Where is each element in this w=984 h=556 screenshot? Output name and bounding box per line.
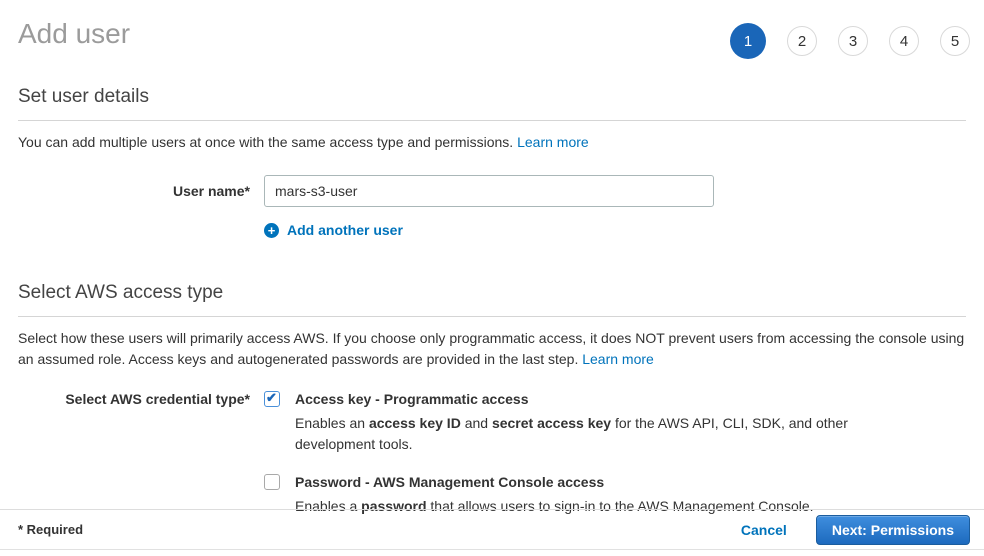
access-type-learn-more-link[interactable]: Learn more: [582, 351, 654, 367]
step-indicator-2: 2: [787, 26, 817, 56]
username-input[interactable]: [264, 175, 714, 207]
option-access-key: Access key - Programmatic access Enables…: [264, 390, 855, 455]
username-control: [264, 175, 714, 207]
wizard-steps: 1 2 3 4 5: [730, 23, 970, 59]
access-key-option-title: Access key - Programmatic access: [295, 390, 855, 408]
page-header: Add user 1 2 3 4 5: [0, 0, 984, 50]
user-details-intro-text: You can add multiple users at once with …: [18, 134, 517, 150]
username-row: User name*: [18, 175, 966, 207]
user-details-intro: You can add multiple users at once with …: [18, 132, 966, 153]
wizard-footer: * Required Cancel Next: Permissions: [0, 509, 984, 550]
user-details-heading: Set user details: [18, 86, 966, 121]
section-user-details: Set user details You can add multiple us…: [18, 86, 966, 238]
add-user-page: Add user 1 2 3 4 5 Set user details You …: [0, 0, 984, 556]
next-permissions-button[interactable]: Next: Permissions: [816, 515, 970, 545]
access-key-checkbox[interactable]: [264, 391, 280, 407]
access-type-intro: Select how these users will primarily ac…: [18, 328, 966, 370]
password-checkbox[interactable]: [264, 474, 280, 490]
plus-circle-icon: +: [264, 223, 279, 238]
step-indicator-4: 4: [889, 26, 919, 56]
desc-text: and: [461, 415, 492, 431]
access-type-heading: Select AWS access type: [18, 282, 966, 317]
footer-actions: Cancel Next: Permissions: [741, 515, 970, 545]
required-note: * Required: [18, 522, 83, 537]
add-another-user-label: Add another user: [287, 222, 403, 238]
username-label: User name*: [18, 175, 250, 207]
cancel-button[interactable]: Cancel: [741, 522, 787, 538]
step-indicator-1: 1: [730, 23, 766, 59]
section-access-type: Select AWS access type Select how these …: [18, 282, 966, 535]
access-key-option-desc: Enables an access key ID and secret acce…: [295, 413, 855, 455]
password-option-title: Password - AWS Management Console access: [295, 473, 814, 491]
desc-bold: secret access key: [492, 415, 611, 431]
step-indicator-3: 3: [838, 26, 868, 56]
user-details-learn-more-link[interactable]: Learn more: [517, 134, 589, 150]
access-type-intro-text: Select how these users will primarily ac…: [18, 330, 964, 367]
add-another-user-button[interactable]: + Add another user: [264, 222, 966, 238]
page-content: Set user details You can add multiple us…: [0, 86, 984, 535]
step-indicator-5: 5: [940, 26, 970, 56]
desc-text: Enables an: [295, 415, 369, 431]
desc-bold: access key ID: [369, 415, 461, 431]
access-key-option-body: Access key - Programmatic access Enables…: [295, 390, 855, 455]
